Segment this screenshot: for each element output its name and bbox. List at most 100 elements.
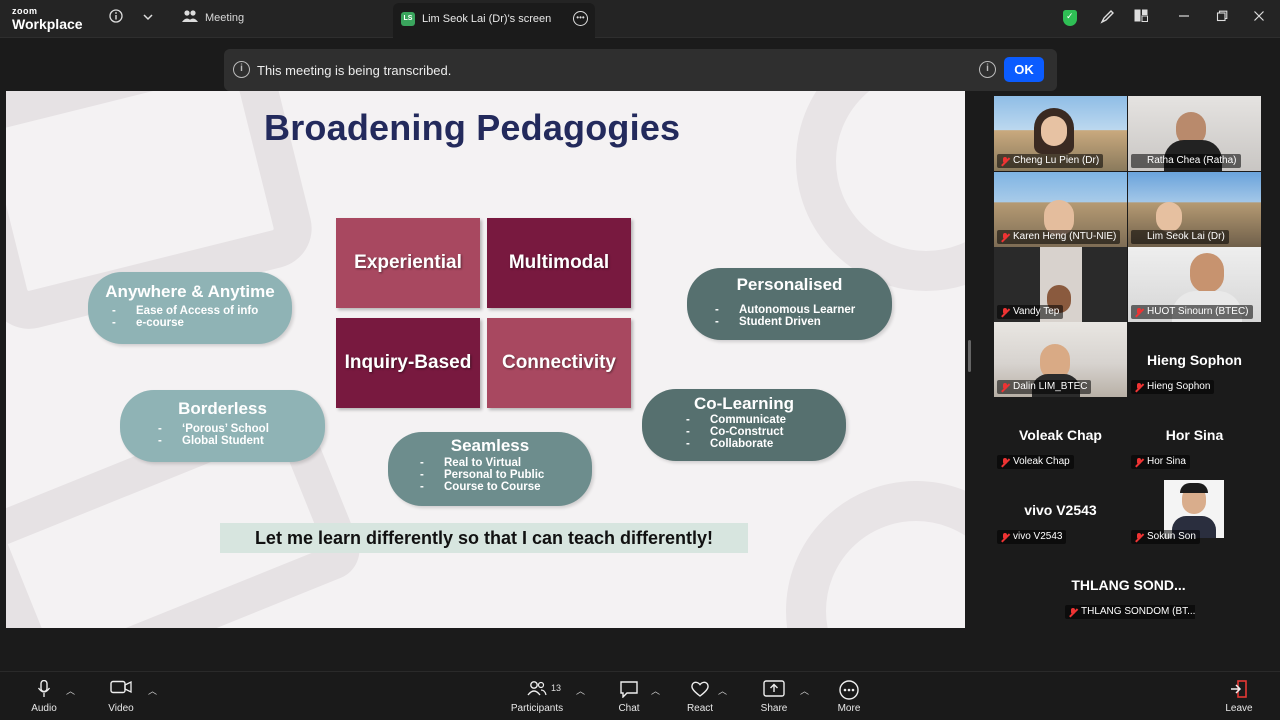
participant-face [1041, 116, 1067, 146]
pill-item: Ease of Access of info [112, 305, 292, 317]
participant-tile[interactable]: Hieng Sophon Hieng Sophon [1128, 322, 1261, 397]
pill-item: Real to Virtual [420, 457, 592, 469]
info-icon: i [233, 61, 250, 78]
screen-share-tab[interactable]: LS Lim Seok Lai (Dr)'s screen ••• [393, 3, 595, 38]
video-label: Video [108, 703, 134, 714]
participant-name: Hor Sina [1147, 456, 1186, 467]
pill-item: Global Student [158, 435, 325, 447]
participant-name-tag: Hor Sina [1131, 455, 1190, 469]
mic-muted-icon [1135, 308, 1143, 317]
watermark-circle [796, 91, 965, 291]
chat-button[interactable]: Chat [612, 680, 646, 714]
pill-seamless: Seamless Real to Virtual Personal to Pub… [388, 432, 592, 506]
participant-face [1156, 202, 1182, 232]
layout-icon[interactable] [1132, 9, 1150, 27]
mic-muted-icon [1135, 533, 1143, 542]
pill-item: Personal to Public [420, 469, 592, 481]
pill-title: Co-Learning [693, 394, 795, 413]
participant-name: Sokun Son [1147, 531, 1196, 542]
meeting-tab-label[interactable]: Meeting [205, 12, 244, 24]
participant-tile[interactable]: Voleak Chap Voleak Chap [994, 397, 1127, 472]
more-label: More [837, 703, 861, 714]
title-bar: zoom Workplace Meeting LS Lim Seok Lai (… [0, 0, 1280, 38]
restore-icon[interactable] [1213, 9, 1231, 27]
react-button[interactable]: React [683, 680, 717, 714]
panel-resize-handle[interactable] [968, 340, 971, 372]
pill-item: Course to Course [420, 481, 592, 493]
participant-tile[interactable]: Karen Heng (NTU-NIE) [994, 172, 1127, 247]
banner-text: This meeting is being transcribed. [257, 63, 452, 78]
participant-tile-active-speaker[interactable]: Lim Seok Lai (Dr) [1128, 172, 1261, 247]
participant-tile[interactable]: Cheng Lu Pien (Dr) [994, 96, 1127, 171]
brand-top: zoom [12, 6, 38, 16]
share-screen-icon [757, 680, 791, 700]
pill-item: Autonomous Learner [715, 304, 892, 316]
participant-display-name: Hieng Sophon [1147, 352, 1242, 368]
info-icon[interactable] [107, 9, 125, 27]
close-icon[interactable] [1250, 9, 1268, 27]
participant-name: Vandy Tep [1013, 306, 1060, 317]
participant-tile[interactable]: HUOT Sinourn (BTEC) [1128, 247, 1261, 322]
participant-tile[interactable]: Hor Sina Hor Sina [1128, 397, 1261, 472]
pen-icon[interactable] [1098, 9, 1116, 27]
chevron-up-icon[interactable]: ︿ [576, 684, 585, 697]
chevron-up-icon[interactable]: ︿ [718, 684, 727, 697]
react-label: React [686, 703, 714, 714]
mic-muted-icon [1001, 233, 1009, 242]
participant-tile[interactable]: Vandy Tep [994, 247, 1127, 322]
participant-face [1190, 253, 1224, 293]
participant-tile[interactable]: Dalin LIM_BTEC [994, 322, 1127, 397]
share-button[interactable]: Share [757, 680, 791, 714]
transcription-banner: i This meeting is being transcribed. i O… [224, 49, 1057, 91]
participant-name-tag: vivo V2543 [997, 530, 1067, 544]
participant-name-tag: HUOT Sinourn (BTEC) [1131, 305, 1253, 319]
leave-button[interactable]: Leave [1222, 680, 1256, 714]
shared-screen: Broadening Pedagogies Experiential Multi… [6, 91, 965, 628]
ok-button[interactable]: OK [1004, 57, 1044, 82]
mic-muted-icon [1069, 608, 1077, 617]
participant-name-tag: Dalin LIM_BTEC [997, 380, 1092, 394]
chevron-up-icon[interactable]: ︿ [651, 684, 660, 697]
audio-button[interactable]: Audio [26, 679, 62, 714]
participant-name: Lim Seok Lai (Dr) [1147, 231, 1225, 242]
more-button[interactable]: More [832, 680, 866, 714]
chevron-down-icon[interactable] [139, 9, 157, 27]
chevron-up-icon[interactable]: ︿ [800, 684, 809, 697]
participant-name-tag: Cheng Lu Pien (Dr) [997, 154, 1104, 168]
screen-tab-label: Lim Seok Lai (Dr)'s screen [422, 13, 552, 25]
info-icon[interactable]: i [979, 61, 996, 78]
slide-motto: Let me learn differently so that I can t… [220, 523, 748, 553]
participant-name-tag: Karen Heng (NTU-NIE) [997, 230, 1121, 244]
participant-tile[interactable]: Sokun Son [1128, 472, 1261, 547]
pill-anywhere-anytime: Anywhere & Anytime Ease of Access of inf… [88, 272, 292, 344]
participant-name: Karen Heng (NTU-NIE) [1013, 231, 1117, 242]
participant-name-tag: Ratha Chea (Ratha) [1131, 154, 1241, 168]
chevron-up-icon[interactable]: ︿ [66, 684, 75, 697]
square-multimodal: Multimodal [487, 218, 631, 308]
zoom-logo: zoom Workplace [12, 6, 83, 32]
mic-muted-icon [1001, 458, 1009, 467]
participant-name-tag: Lim Seok Lai (Dr) [1131, 230, 1229, 244]
chat-label: Chat [618, 703, 640, 714]
slide-title: Broadening Pedagogies [264, 107, 681, 148]
watermark-circle [786, 481, 965, 628]
leave-label: Leave [1225, 703, 1253, 714]
pill-item: Collaborate [686, 438, 846, 450]
participant-tile[interactable]: Ratha Chea (Ratha) [1128, 96, 1261, 171]
pill-title: Seamless [450, 436, 530, 455]
minimize-icon[interactable] [1175, 9, 1193, 27]
pill-title: Borderless [178, 399, 267, 418]
chevron-up-icon[interactable]: ︿ [148, 684, 157, 697]
pill-personalised: Personalised Autonomous Learner Student … [687, 268, 892, 340]
participant-tile[interactable]: THLANG SOND... THLANG SONDOM (BT... [1062, 547, 1195, 622]
mic-muted-icon [1001, 533, 1009, 542]
shield-icon[interactable] [1063, 10, 1077, 26]
meeting-toolbar: Audio ︿ Video ︿ Participants 13 ︿ Chat ︿ [0, 671, 1280, 720]
mic-muted-icon [1001, 383, 1009, 392]
participants-label: Participants [510, 703, 564, 714]
video-button[interactable]: Video [103, 680, 139, 714]
participant-tile[interactable]: vivo V2543 vivo V2543 [994, 472, 1127, 547]
square-inquiry-based: Inquiry-Based [336, 318, 480, 408]
more-icon[interactable]: ••• [573, 11, 588, 26]
participant-name-tag: Sokun Son [1131, 530, 1200, 544]
